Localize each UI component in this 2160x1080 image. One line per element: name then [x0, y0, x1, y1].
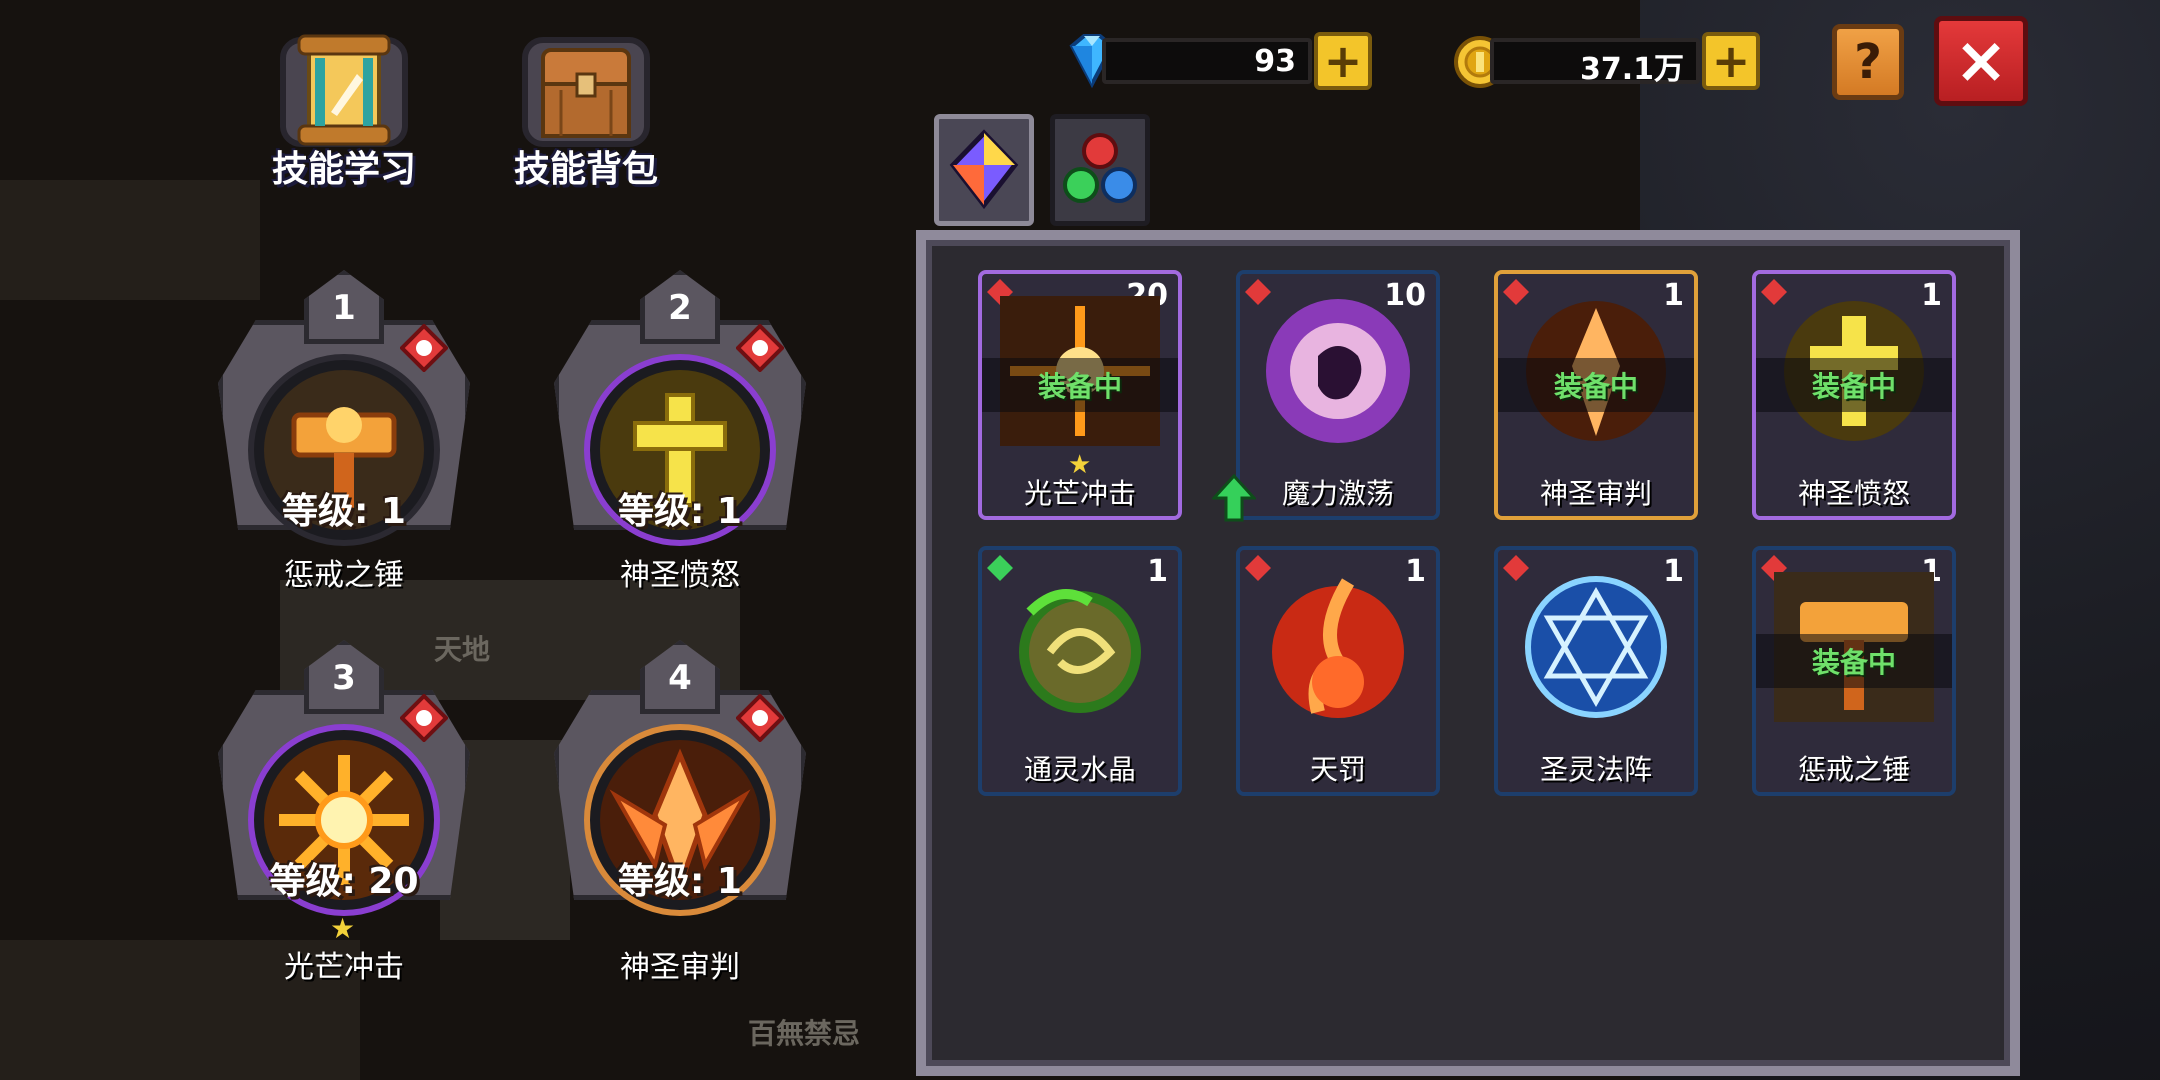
star-icon: ★ — [330, 912, 356, 945]
skill-card-2[interactable]: 10 魔力激荡 — [1236, 270, 1440, 520]
add-gold-button[interactable]: + — [1702, 32, 1760, 90]
equipped-strip: 装备中 — [1756, 634, 1952, 688]
skill-name: 魔力激荡 — [1281, 477, 1394, 510]
skill-card-8[interactable]: 1 装备中 惩戒之锤 — [1752, 546, 1956, 796]
slot-level: 等级: 1 — [618, 861, 742, 902]
skill-card-6[interactable]: 1 天罚 — [1236, 546, 1440, 796]
tab-skills[interactable] — [934, 114, 1034, 226]
gem-value: 93 — [1254, 44, 1296, 79]
skill-name: 神圣审判 — [1539, 477, 1652, 510]
slot-name: 惩戒之锤 — [284, 558, 404, 593]
slot-number: 1 — [332, 288, 356, 328]
equipped-slot-3[interactable]: 3 等级: 20 ★ 光芒冲击 — [204, 640, 484, 985]
equipped-strip: 装备中 — [982, 358, 1178, 412]
upgrade-arrow-icon — [1212, 474, 1256, 522]
skill-name: 光芒冲击 — [1023, 477, 1136, 510]
gem-bar: 93 — [1102, 38, 1312, 84]
equipped-slot-4[interactable]: 4 等级: 1 神圣审判 — [540, 640, 820, 985]
scroll-icon — [269, 20, 419, 160]
slot-number: 2 — [668, 288, 692, 328]
gem-currency: 93 + — [1062, 32, 1378, 90]
fire-strike-icon — [1272, 578, 1404, 718]
skill-name: 惩戒之锤 — [1797, 753, 1910, 786]
equipped-slot-2[interactable]: 2 等级: 1 神圣愤怒 — [540, 270, 820, 593]
slot-level: 等级: 1 — [282, 491, 406, 532]
slot-name: 神圣愤怒 — [620, 558, 740, 593]
tab-gems[interactable] — [1050, 114, 1150, 226]
spirit-crystal-icon — [1019, 589, 1141, 713]
skill-card-7[interactable]: 1 圣灵法阵 — [1494, 546, 1698, 796]
red-gem-icon — [399, 693, 449, 743]
skill-name: 圣灵法阵 — [1539, 753, 1652, 786]
slot-level: 等级: 20 — [269, 861, 419, 902]
skill-name: 神圣愤怒 — [1797, 477, 1910, 510]
red-gem-icon — [735, 693, 785, 743]
equipped-label: 装备中 — [1811, 646, 1896, 679]
mana-surge-icon — [1266, 299, 1410, 443]
magic-circle-icon — [1525, 576, 1667, 718]
equipped-strip: 装备中 — [1756, 358, 1952, 412]
bg-label-baiwu: 百無禁忌 — [748, 1017, 861, 1050]
help-button[interactable]: ? — [1832, 24, 1904, 100]
equipped-strip: 装备中 — [1498, 358, 1694, 412]
equipped-label: 装备中 — [1553, 370, 1638, 403]
add-gems-button[interactable]: + — [1314, 32, 1372, 90]
slot-number: 3 — [332, 658, 356, 698]
gold-currency: 37.1万 + — [1450, 32, 1766, 90]
equipped-slot-1[interactable]: 1 等级: 1 惩戒之锤 — [204, 270, 484, 593]
skill-card-3[interactable]: 1 装备中 神圣审判 — [1494, 270, 1698, 520]
red-gem-icon — [735, 323, 785, 373]
close-button[interactable]: × — [1934, 16, 2028, 106]
slot-number: 4 — [668, 658, 692, 698]
skill-card-1[interactable]: 20 装备中 ★ 光芒冲击 — [978, 270, 1182, 520]
skill-card-5[interactable]: 1 通灵水晶 — [978, 546, 1182, 796]
skill-name: 天罚 — [1309, 753, 1366, 786]
tri-gems-icon — [1063, 133, 1137, 203]
slot-name: 光芒冲击 — [284, 950, 404, 985]
equipped-label: 装备中 — [1811, 370, 1896, 403]
skill-bag-button[interactable]: 技能背包 — [496, 20, 676, 192]
red-gem-icon — [399, 323, 449, 373]
crystal-icon — [949, 129, 1019, 210]
gold-value: 37.1万 — [1579, 52, 1684, 87]
chest-icon — [511, 20, 661, 160]
skill-card-4[interactable]: 1 装备中 神圣愤怒 — [1752, 270, 1956, 520]
slot-level: 等级: 1 — [618, 491, 742, 532]
skill-name: 通灵水晶 — [1023, 753, 1136, 786]
skill-learn-button[interactable]: 技能学习 — [254, 20, 434, 192]
equipped-label: 装备中 — [1037, 370, 1122, 403]
slot-name: 神圣审判 — [620, 950, 740, 985]
gold-bar: 37.1万 — [1490, 38, 1700, 87]
